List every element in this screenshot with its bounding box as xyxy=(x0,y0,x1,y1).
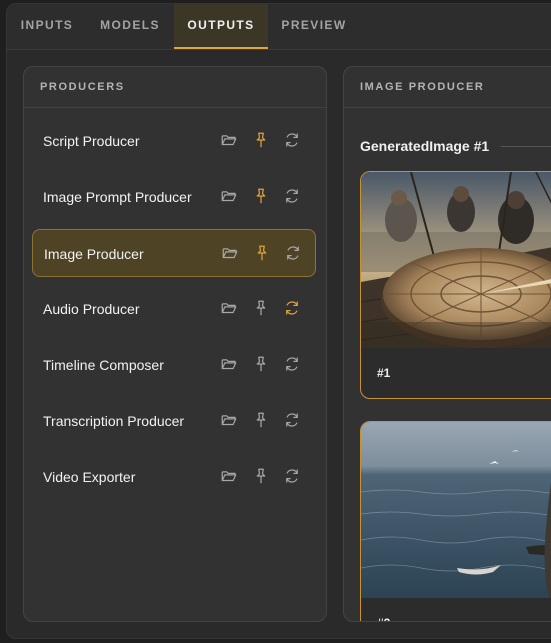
image-card-2[interactable]: #2 xyxy=(360,421,551,621)
pin-icon[interactable] xyxy=(252,187,270,205)
producer-item-label: Script Producer xyxy=(43,133,140,149)
tab-preview[interactable]: PREVIEW xyxy=(268,4,360,49)
producer-item-label: Image Producer xyxy=(44,246,144,262)
generated-image-group-title: GeneratedImage #1 xyxy=(360,138,490,154)
pin-icon[interactable] xyxy=(252,355,270,373)
producer-item[interactable]: Script Producer xyxy=(32,117,316,165)
producer-item[interactable]: Transcription Producer xyxy=(32,397,316,445)
tab-outputs[interactable]: OUTPUTS xyxy=(174,4,268,49)
vikings-deck-image xyxy=(361,172,551,348)
producers-panel: PRODUCERS Script Producer Image Prompt Pr… xyxy=(23,66,327,622)
image-caption-2: #2 xyxy=(377,616,390,621)
folder-open-icon[interactable] xyxy=(220,299,238,317)
image-producer-panel: IMAGE PRODUCER GeneratedImage #1 #1 xyxy=(343,66,551,622)
producer-item-label: Transcription Producer xyxy=(43,413,185,429)
image-card-1[interactable]: #1 xyxy=(360,171,551,399)
producer-item[interactable]: Image Producer xyxy=(32,229,316,277)
folder-open-icon[interactable] xyxy=(220,411,238,429)
refresh-icon[interactable] xyxy=(284,244,302,262)
pin-icon[interactable] xyxy=(252,411,270,429)
refresh-icon[interactable] xyxy=(283,299,301,317)
producer-item[interactable]: Image Prompt Producer xyxy=(32,173,316,221)
pin-icon[interactable] xyxy=(252,131,270,149)
refresh-icon[interactable] xyxy=(283,467,301,485)
producer-item[interactable]: Video Exporter xyxy=(32,453,316,501)
refresh-icon[interactable] xyxy=(283,131,301,149)
ocean-longship-image xyxy=(361,422,551,598)
producer-item[interactable]: Audio Producer xyxy=(32,285,316,333)
producer-item-label: Audio Producer xyxy=(43,301,140,317)
folder-open-icon[interactable] xyxy=(220,187,238,205)
folder-open-icon[interactable] xyxy=(220,355,238,373)
refresh-icon[interactable] xyxy=(283,355,301,373)
image-thumbnail-2[interactable] xyxy=(361,422,551,598)
producers-panel-title: PRODUCERS xyxy=(24,67,326,108)
producer-item-label: Video Exporter xyxy=(43,469,136,485)
folder-open-icon[interactable] xyxy=(220,467,238,485)
folder-open-icon[interactable] xyxy=(220,131,238,149)
refresh-icon[interactable] xyxy=(283,187,301,205)
tab-models[interactable]: MODELS xyxy=(87,4,173,49)
refresh-icon[interactable] xyxy=(283,411,301,429)
producer-item-label: Timeline Composer xyxy=(43,357,164,373)
producer-item-label: Image Prompt Producer xyxy=(43,189,192,205)
app-window: INPUTS MODELS OUTPUTS PREVIEW PRODUCERS … xyxy=(6,3,551,639)
pin-icon[interactable] xyxy=(252,467,270,485)
image-caption-1: #1 xyxy=(377,366,391,380)
pin-icon[interactable] xyxy=(252,299,270,317)
image-producer-panel-title: IMAGE PRODUCER xyxy=(344,67,551,108)
tab-bar: INPUTS MODELS OUTPUTS PREVIEW xyxy=(7,4,551,50)
pin-icon[interactable] xyxy=(253,244,271,262)
tab-inputs[interactable]: INPUTS xyxy=(7,4,87,49)
folder-open-icon[interactable] xyxy=(221,244,239,262)
producer-item[interactable]: Timeline Composer xyxy=(32,341,316,389)
image-thumbnail-1[interactable] xyxy=(361,172,551,348)
group-divider xyxy=(501,146,551,147)
